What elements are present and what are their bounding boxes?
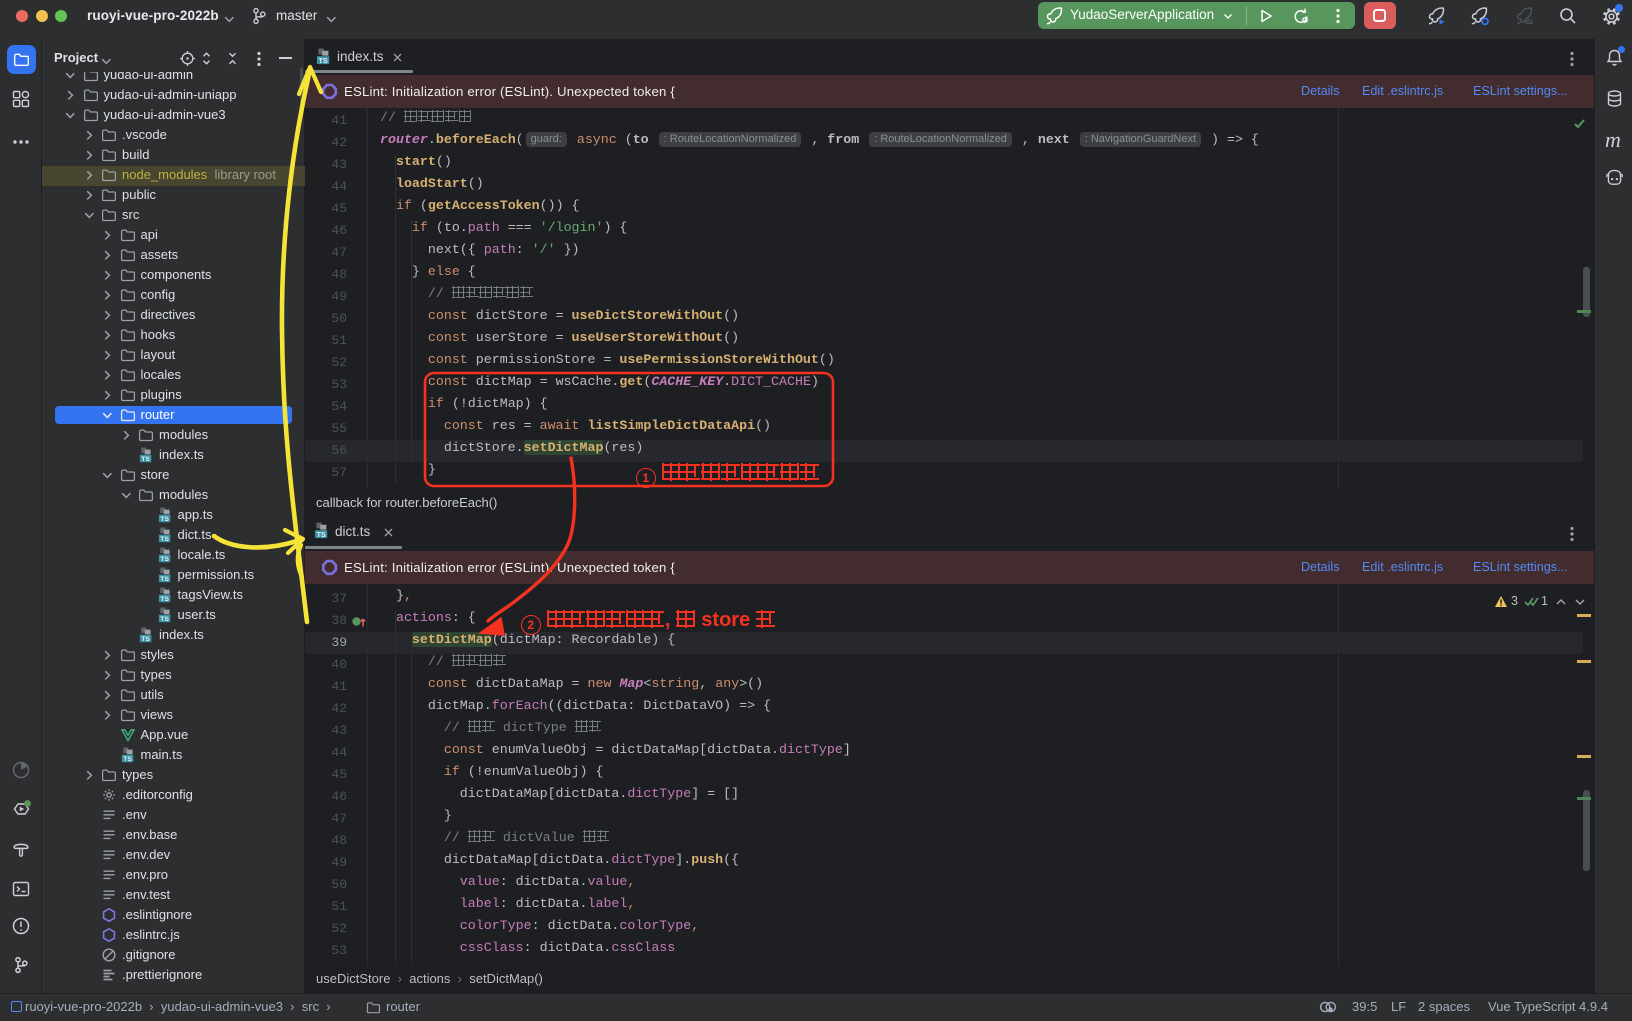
svg-text:TS: TS <box>160 536 169 543</box>
svg-text:TS: TS <box>160 556 169 563</box>
svg-text:TS: TS <box>160 516 169 523</box>
svg-text:TS: TS <box>123 756 132 763</box>
svg-text:TS: TS <box>316 530 325 539</box>
svg-text:TS: TS <box>141 456 150 463</box>
svg-text:TS: TS <box>318 56 327 65</box>
svg-text:TS: TS <box>160 616 169 623</box>
svg-text:TS: TS <box>160 596 169 603</box>
svg-text:TS: TS <box>160 576 169 583</box>
svg-text:TS: TS <box>141 636 150 643</box>
